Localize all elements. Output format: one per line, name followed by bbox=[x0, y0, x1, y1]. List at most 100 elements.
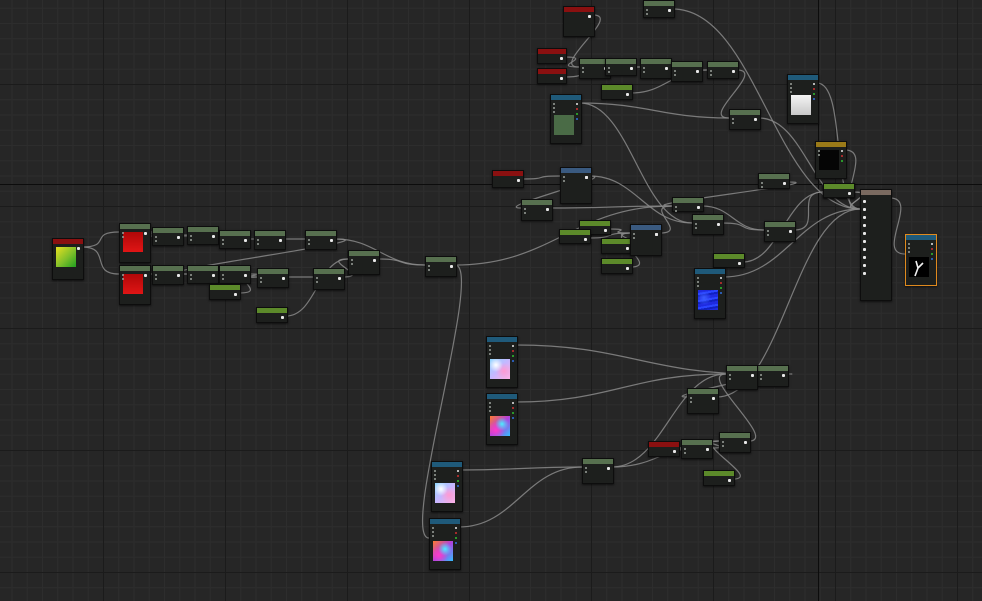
material-node-math[interactable] bbox=[219, 230, 251, 249]
output-pin[interactable] bbox=[706, 448, 709, 451]
output-pin-channel[interactable] bbox=[841, 160, 843, 162]
output-pin-channel[interactable] bbox=[813, 93, 815, 95]
material-node-constant[interactable] bbox=[559, 229, 591, 244]
material-node-math[interactable] bbox=[152, 227, 184, 246]
input-pin[interactable] bbox=[260, 281, 262, 283]
output-pin-channel[interactable] bbox=[813, 88, 815, 90]
input-pin[interactable] bbox=[563, 180, 565, 182]
input-pin[interactable] bbox=[690, 397, 692, 399]
input-pin[interactable] bbox=[155, 236, 157, 238]
material-node-coordinate[interactable] bbox=[630, 224, 662, 256]
input-pin[interactable] bbox=[729, 374, 731, 376]
input-pin[interactable] bbox=[155, 278, 157, 280]
material-node-texture[interactable] bbox=[905, 234, 937, 286]
output-pin-channel[interactable] bbox=[457, 475, 459, 477]
output-pin[interactable] bbox=[630, 67, 633, 70]
output-pin[interactable] bbox=[626, 247, 629, 250]
input-pin[interactable] bbox=[257, 239, 259, 241]
input-pin[interactable] bbox=[585, 467, 587, 469]
input-pin[interactable] bbox=[767, 230, 769, 232]
material-node-math[interactable] bbox=[348, 250, 380, 275]
input-pin[interactable] bbox=[582, 71, 584, 73]
material-node-math[interactable] bbox=[640, 58, 672, 79]
output-pin[interactable] bbox=[77, 247, 80, 250]
material-node-math[interactable] bbox=[152, 265, 184, 285]
output-pin[interactable] bbox=[673, 450, 676, 453]
input-pin[interactable] bbox=[697, 277, 699, 279]
input-pin[interactable] bbox=[674, 74, 676, 76]
output-pin[interactable] bbox=[546, 208, 549, 211]
output-pin-channel[interactable] bbox=[512, 355, 514, 357]
input-pin[interactable] bbox=[316, 281, 318, 283]
output-pin-channel[interactable] bbox=[455, 527, 457, 529]
output-pin[interactable] bbox=[607, 467, 610, 470]
material-node-param[interactable] bbox=[52, 238, 84, 280]
input-pin[interactable] bbox=[790, 87, 792, 89]
input-pin[interactable] bbox=[863, 256, 866, 259]
input-pin[interactable] bbox=[190, 235, 192, 237]
input-pin[interactable] bbox=[582, 67, 584, 69]
output-pin[interactable] bbox=[744, 441, 747, 444]
input-pin[interactable] bbox=[155, 274, 157, 276]
input-pin[interactable] bbox=[697, 285, 699, 287]
input-pin[interactable] bbox=[524, 212, 526, 214]
output-pin[interactable] bbox=[604, 229, 607, 232]
material-node-texture[interactable] bbox=[550, 94, 582, 144]
output-pin[interactable] bbox=[330, 239, 333, 242]
output-pin[interactable] bbox=[517, 179, 520, 182]
output-pin[interactable] bbox=[144, 232, 147, 235]
input-pin[interactable] bbox=[646, 13, 648, 15]
material-node-math[interactable] bbox=[119, 265, 151, 305]
output-pin-channel[interactable] bbox=[931, 253, 933, 255]
input-pin[interactable] bbox=[722, 445, 724, 447]
output-pin-channel[interactable] bbox=[813, 98, 815, 100]
material-node-math[interactable] bbox=[681, 439, 713, 459]
output-pin-channel[interactable] bbox=[512, 407, 514, 409]
output-pin-channel[interactable] bbox=[576, 118, 578, 120]
material-node-math[interactable] bbox=[521, 199, 553, 221]
input-pin[interactable] bbox=[257, 243, 259, 245]
material-node-math[interactable] bbox=[687, 388, 719, 414]
input-pin[interactable] bbox=[690, 401, 692, 403]
output-pin-channel[interactable] bbox=[720, 292, 722, 294]
material-node-math[interactable] bbox=[758, 173, 790, 189]
output-pin-channel[interactable] bbox=[457, 470, 459, 472]
input-pin[interactable] bbox=[863, 240, 866, 243]
output-pin-channel[interactable] bbox=[512, 360, 514, 362]
input-pin[interactable] bbox=[908, 247, 910, 249]
input-pin[interactable] bbox=[863, 200, 866, 203]
input-pin[interactable] bbox=[432, 527, 434, 529]
input-pin[interactable] bbox=[729, 378, 731, 380]
output-pin-channel[interactable] bbox=[813, 83, 815, 85]
output-pin[interactable] bbox=[244, 274, 247, 277]
output-pin[interactable] bbox=[717, 223, 720, 226]
input-pin[interactable] bbox=[155, 240, 157, 242]
input-pin[interactable] bbox=[489, 345, 491, 347]
input-pin[interactable] bbox=[222, 239, 224, 241]
input-pin[interactable] bbox=[633, 233, 635, 235]
input-pin[interactable] bbox=[908, 243, 910, 245]
output-pin-channel[interactable] bbox=[720, 277, 722, 279]
output-pin[interactable] bbox=[584, 238, 587, 241]
input-pin[interactable] bbox=[710, 70, 712, 72]
output-pin[interactable] bbox=[665, 67, 668, 70]
material-node-math[interactable] bbox=[605, 58, 637, 76]
input-pin[interactable] bbox=[122, 278, 124, 280]
output-pin[interactable] bbox=[177, 236, 180, 239]
material-node-math[interactable] bbox=[254, 230, 286, 250]
material-node-math[interactable] bbox=[707, 61, 739, 79]
output-pin[interactable] bbox=[244, 239, 247, 242]
output-pin[interactable] bbox=[282, 277, 285, 280]
material-node-math[interactable] bbox=[643, 0, 675, 18]
material-node-constant[interactable] bbox=[713, 253, 745, 268]
output-pin-channel[interactable] bbox=[457, 485, 459, 487]
input-pin[interactable] bbox=[818, 154, 820, 156]
output-pin-channel[interactable] bbox=[455, 532, 457, 534]
input-pin[interactable] bbox=[222, 278, 224, 280]
output-pin-channel[interactable] bbox=[455, 537, 457, 539]
input-pin[interactable] bbox=[722, 441, 724, 443]
output-pin-channel[interactable] bbox=[576, 103, 578, 105]
output-pin[interactable] bbox=[626, 267, 629, 270]
input-pin[interactable] bbox=[863, 224, 866, 227]
material-node-param[interactable] bbox=[563, 6, 595, 37]
